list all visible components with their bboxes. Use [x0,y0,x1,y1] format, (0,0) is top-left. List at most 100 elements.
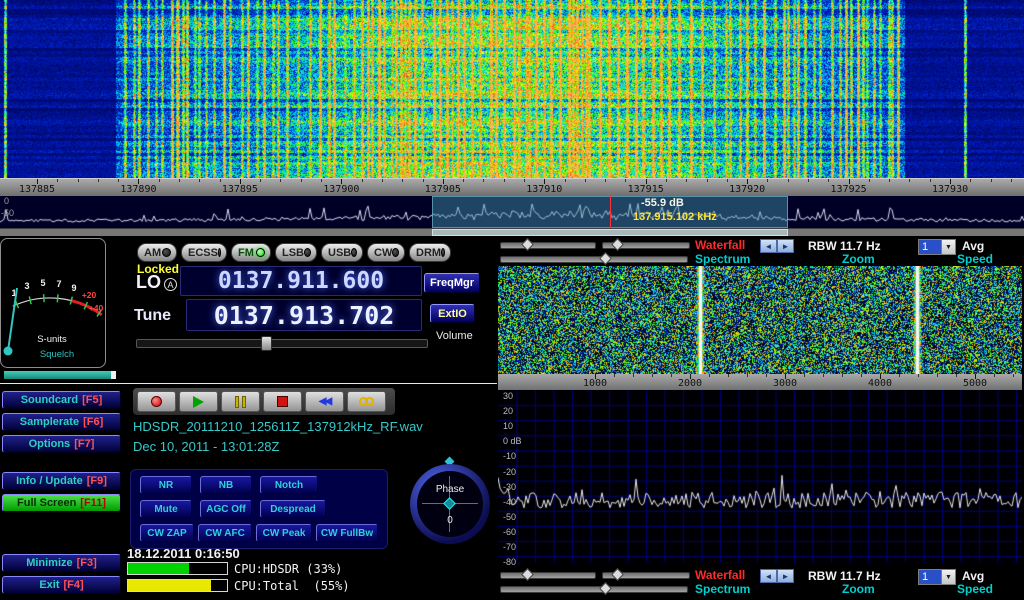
slider-thumb[interactable] [521,238,534,251]
squelch-level-bar[interactable] [4,371,116,379]
mode-led-icon [218,248,221,257]
avg-select[interactable]: 1 ▼ [918,239,956,255]
nr-button[interactable]: NR [140,476,192,494]
volume-slider-thumb[interactable] [261,336,272,351]
cw-afc-button[interactable]: CW AFC [198,524,252,542]
tune-frequency-display[interactable]: 0137.913.702 [186,299,422,331]
tick-mark [138,179,139,184]
stop-icon [277,396,288,407]
play-button[interactable] [179,391,218,412]
minimize-button[interactable]: Minimize [F3] [2,554,121,572]
phase-indicator: Phase 0 [408,458,492,550]
mode-ecss-button[interactable]: ECSS [181,243,227,262]
info-update-button[interactable]: Info / Update [F9] [2,472,121,490]
arrow-right-button[interactable]: ► [777,569,794,583]
button-label: Options [29,438,71,450]
zoom-slider[interactable] [500,586,688,593]
rewind-button[interactable]: ◀◀ [305,391,344,412]
button-hotkey: [F9] [87,475,107,487]
freq-manager-button[interactable]: FreqMgr [424,273,480,293]
frequency-ruler[interactable]: 1378851378901378951379001379051379101379… [0,178,1024,196]
soundcard-button[interactable]: Soundcard [F5] [2,391,121,409]
avg-select[interactable]: 1 ▼ [918,569,956,585]
tick-mark [849,179,850,184]
tick-mark [869,179,870,182]
slider-thumb[interactable] [611,238,624,251]
mode-fm-button[interactable]: FM [231,243,271,262]
cw-zap-button[interactable]: CW ZAP [140,524,194,542]
mode-led-icon [351,248,357,257]
tick-mark [382,179,383,182]
options-button[interactable]: Options [F7] [2,435,121,453]
arrow-left-button[interactable]: ◄ [760,239,777,253]
tick-mark [463,179,464,182]
main-spectrum-display[interactable]: 0 -50 -55.9 dB 137.915.102 kHz [0,196,1024,228]
full-screen-button[interactable]: Full Screen [F11] [2,494,121,512]
mode-label: LSB [282,247,304,259]
play-icon [193,396,204,408]
s-meter-needle-hub [4,347,13,356]
lo-frequency-display[interactable]: 0137.911.600 [180,266,422,296]
record-button[interactable] [137,391,176,412]
lo-a-badge[interactable]: A [164,278,177,291]
stop-button[interactable] [263,391,302,412]
squelch-peak-marker[interactable] [111,371,116,379]
slider-thumb[interactable] [611,568,624,581]
mode-label: FM [238,247,254,259]
divider-line [0,383,497,384]
spectrum-scrollbar[interactable] [0,228,1024,236]
tick-mark [504,179,505,182]
zoom-slider[interactable] [500,256,688,263]
arrow-right-icon: ► [782,572,790,581]
tick-mark [950,179,951,184]
avg-label: Avg [962,239,984,253]
mode-lsb-button[interactable]: LSB [275,243,317,262]
s-meter-scale-label-red: +20 [82,290,97,300]
waterfall-upper-limit-slider[interactable] [500,572,596,579]
waterfall-upper-limit-slider[interactable] [500,242,596,249]
samplerate-button[interactable]: Samplerate [F6] [2,413,121,431]
mode-drm-button[interactable]: DRM [409,243,451,262]
cw-peak-button[interactable]: CW Peak [256,524,312,542]
af-frequency-scale[interactable]: 10002000300040005000 [498,374,1022,390]
exit-button[interactable]: Exit [F4] [2,576,121,594]
s-meter-scale-label: 9 [71,283,76,293]
tick-mark [595,374,596,379]
cpu-hdsdr-text: CPU:HDSDR (33%) [234,562,342,576]
main-waterfall-display[interactable] [0,0,1024,178]
tick-mark [994,374,995,377]
af-spectrum-display[interactable] [498,390,1022,563]
mode-usb-button[interactable]: USB [321,243,363,262]
waterfall-lower-limit-slider[interactable] [602,242,690,249]
freq-tick-label: 2000 [678,378,702,389]
dropdown-arrow-icon[interactable]: ▼ [941,570,955,584]
slider-thumb[interactable] [521,568,534,581]
mode-am-button[interactable]: AM [137,243,177,262]
arrow-right-button[interactable]: ► [777,239,794,253]
mute-button[interactable]: Mute [140,500,192,518]
pause-button[interactable] [221,391,260,412]
waterfall-lower-limit-slider[interactable] [602,572,690,579]
af-waterfall-display[interactable] [498,266,1022,374]
slider-thumb[interactable] [599,252,612,265]
s-meter-scale-label: 7 [56,279,61,289]
notch-button[interactable]: Notch [260,476,318,494]
extio-button[interactable]: ExtIO [430,304,475,323]
arrow-left-button[interactable]: ◄ [760,569,777,583]
loop-button[interactable] [347,391,386,412]
cw-fullbw-button[interactable]: CW FullBw [316,524,378,542]
phase-value: 0 [408,515,492,526]
mode-label: AM [144,247,161,259]
dropdown-arrow-icon[interactable]: ▼ [941,240,955,254]
mode-cw-button[interactable]: CW [367,243,405,262]
mode-led-icon [441,248,445,257]
agc-button[interactable]: AGC Off [200,500,252,518]
spectrum-scrollbar-handle[interactable] [432,229,788,236]
freq-tick-label: 137925 [831,184,867,195]
nb-button[interactable]: NB [200,476,252,494]
volume-slider[interactable] [136,339,428,348]
speed-label: Speed [957,252,993,266]
rbw-label: RBW 11.7 Hz [808,569,881,583]
despread-button[interactable]: Despread [260,500,326,518]
slider-thumb[interactable] [599,582,612,595]
